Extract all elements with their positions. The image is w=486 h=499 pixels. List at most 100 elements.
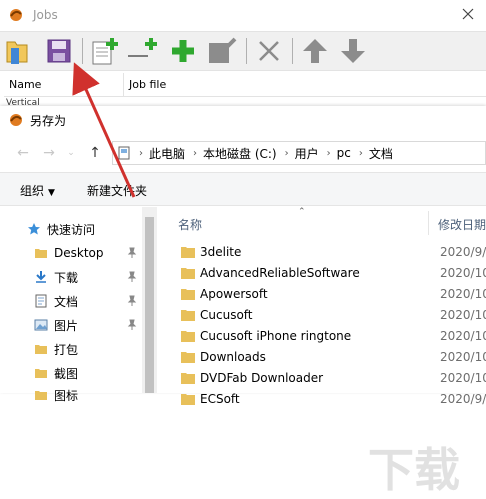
open-folder-icon bbox=[6, 41, 28, 64]
nav-item-label: 图片 bbox=[54, 318, 79, 333]
file-date: 2020/10/ bbox=[440, 349, 486, 364]
nav-item-label: 下载 bbox=[54, 270, 79, 285]
file-date: 2020/10/ bbox=[440, 370, 486, 385]
file-row[interactable]: ECSoft 2020/9/ bbox=[158, 388, 486, 409]
jobs-column-header: Name Job file bbox=[4, 73, 486, 97]
breadcrumb-documents[interactable]: 文档 bbox=[369, 145, 393, 162]
breadcrumb-this-pc[interactable]: 此电脑 bbox=[149, 145, 185, 162]
jobs-title: Jobs bbox=[33, 8, 58, 22]
nav-item-label: Desktop bbox=[54, 246, 104, 260]
file-row[interactable]: AdvancedReliableSoftware 2020/10/ bbox=[158, 262, 486, 283]
recent-dropdown[interactable]: ⌄ bbox=[62, 145, 80, 161]
plus-icon bbox=[172, 40, 194, 62]
file-name: Downloads bbox=[200, 349, 266, 364]
breadcrumb-local-disk[interactable]: 本地磁盘 (C:) bbox=[203, 145, 277, 162]
jobs-row-peek: Vertical bbox=[6, 98, 40, 106]
nav-item-pack[interactable]: 打包 bbox=[0, 337, 142, 361]
file-list: ⌃ 名称 修改日期 3delite 2020/9/2 AdvancedReliabl… bbox=[158, 207, 486, 406]
folder-icon bbox=[33, 387, 49, 403]
add-button[interactable] bbox=[166, 34, 200, 68]
back-button[interactable]: ← bbox=[14, 145, 32, 161]
pin-icon[interactable] bbox=[126, 319, 138, 331]
organize-label: 组织 bbox=[20, 184, 45, 198]
jobs-window: Jobs Name Job file Vertical bbox=[0, 0, 486, 110]
file-row[interactable]: Apowersoft 2020/10/ bbox=[158, 283, 486, 304]
move-down-button[interactable] bbox=[336, 34, 370, 68]
file-name: Apowersoft bbox=[200, 286, 268, 301]
nav-item-label: 打包 bbox=[54, 342, 79, 357]
nav-item-quick-access[interactable]: 快速访问 bbox=[0, 217, 142, 241]
column-job-file[interactable]: Job file bbox=[124, 73, 486, 97]
file-name: AdvancedReliableSoftware bbox=[200, 265, 360, 280]
folder-icon bbox=[181, 267, 195, 279]
picture-icon bbox=[33, 317, 49, 333]
jobs-titlebar: Jobs bbox=[0, 0, 486, 30]
nav-item-downloads[interactable]: 下载 bbox=[0, 265, 142, 289]
breadcrumb-pc[interactable]: pc bbox=[337, 146, 351, 160]
new-folder-button[interactable]: 新建文件夹 bbox=[87, 182, 147, 199]
file-date: 2020/10/ bbox=[440, 265, 486, 280]
scrollbar-thumb[interactable] bbox=[145, 217, 154, 393]
command-bar: 组织 ▼ 新建文件夹 bbox=[0, 172, 486, 206]
caret-down-icon: ▼ bbox=[48, 188, 55, 198]
column-divider[interactable] bbox=[428, 211, 429, 235]
file-name: Cucusoft iPhone ringtone bbox=[200, 328, 352, 343]
save-button[interactable] bbox=[42, 34, 76, 68]
close-icon[interactable] bbox=[460, 6, 476, 22]
up-button[interactable]: ↑ bbox=[86, 145, 104, 161]
toolbar-separator bbox=[82, 38, 83, 64]
move-up-button[interactable] bbox=[298, 34, 332, 68]
nav-item-documents[interactable]: 文档 bbox=[0, 289, 142, 313]
app-logo-icon bbox=[10, 9, 22, 21]
sort-ascending-icon: ⌃ bbox=[298, 207, 306, 217]
navigation-bar: ← → ⌄ ↑ › 此电脑 › 本地磁盘 (C:) › 用户 › pc › 文档 bbox=[0, 138, 486, 168]
nav-item-icons[interactable]: 图标 bbox=[0, 383, 142, 407]
insert-line-icon bbox=[128, 38, 157, 57]
insert-button[interactable] bbox=[126, 34, 160, 68]
column-header-name[interactable]: 名称 bbox=[178, 216, 202, 233]
file-name: DVDFab Downloader bbox=[200, 370, 324, 385]
new-document-icon bbox=[92, 38, 118, 65]
folder-icon bbox=[181, 351, 195, 363]
folder-icon bbox=[33, 245, 49, 261]
breadcrumb-separator: › bbox=[326, 147, 331, 159]
file-date: 2020/10/ bbox=[440, 286, 486, 301]
file-row[interactable]: Cucusoft 2020/10/ bbox=[158, 304, 486, 325]
file-date: 2020/10/ bbox=[440, 328, 486, 343]
arrow-down-icon bbox=[341, 39, 365, 63]
nav-item-desktop[interactable]: Desktop bbox=[0, 241, 142, 265]
save-as-title: 另存为 bbox=[30, 113, 67, 128]
save-as-dialog: 另存为 ← → ⌄ ↑ › 此电脑 › 本地磁盘 (C:) › 用户 › pc … bbox=[0, 106, 486, 497]
file-row[interactable]: DVDFab Downloader 2020/10/ bbox=[158, 367, 486, 388]
pin-icon[interactable] bbox=[126, 247, 138, 259]
toolbar-separator bbox=[246, 38, 247, 64]
column-name[interactable]: Name bbox=[4, 73, 124, 97]
file-row[interactable]: 3delite 2020/9/2 bbox=[158, 241, 486, 262]
edit-button[interactable] bbox=[205, 34, 239, 68]
pin-icon[interactable] bbox=[126, 295, 138, 307]
open-folder-button[interactable] bbox=[2, 34, 36, 68]
pin-icon[interactable] bbox=[126, 271, 138, 283]
nav-item-screenshots[interactable]: 截图 bbox=[0, 361, 142, 385]
file-row[interactable]: Cucusoft iPhone ringtone 2020/10/ bbox=[158, 325, 486, 346]
arrow-left-icon: ← bbox=[17, 145, 29, 161]
forward-button[interactable]: → bbox=[40, 145, 58, 161]
arrow-right-icon: → bbox=[43, 145, 55, 161]
new-job-button[interactable] bbox=[88, 34, 122, 68]
arrow-up-icon: ↑ bbox=[89, 145, 101, 161]
nav-item-pictures[interactable]: 图片 bbox=[0, 313, 142, 337]
folder-icon bbox=[181, 393, 195, 405]
jobs-toolbar bbox=[0, 31, 486, 71]
breadcrumb-users[interactable]: 用户 bbox=[295, 145, 319, 162]
organize-button[interactable]: 组织 ▼ bbox=[20, 182, 55, 199]
address-bar[interactable]: › 此电脑 › 本地磁盘 (C:) › 用户 › pc › 文档 bbox=[112, 141, 486, 165]
delete-button[interactable] bbox=[252, 34, 286, 68]
folder-icon bbox=[181, 330, 195, 342]
navigation-scrollbar[interactable] bbox=[142, 207, 157, 393]
column-header-modified[interactable]: 修改日期 bbox=[438, 216, 486, 233]
save-icon bbox=[47, 39, 71, 63]
new-folder-label: 新建文件夹 bbox=[87, 184, 148, 198]
file-date: 2020/10/ bbox=[440, 307, 486, 322]
folder-icon bbox=[181, 246, 195, 258]
file-row[interactable]: Downloads 2020/10/ bbox=[158, 346, 486, 367]
